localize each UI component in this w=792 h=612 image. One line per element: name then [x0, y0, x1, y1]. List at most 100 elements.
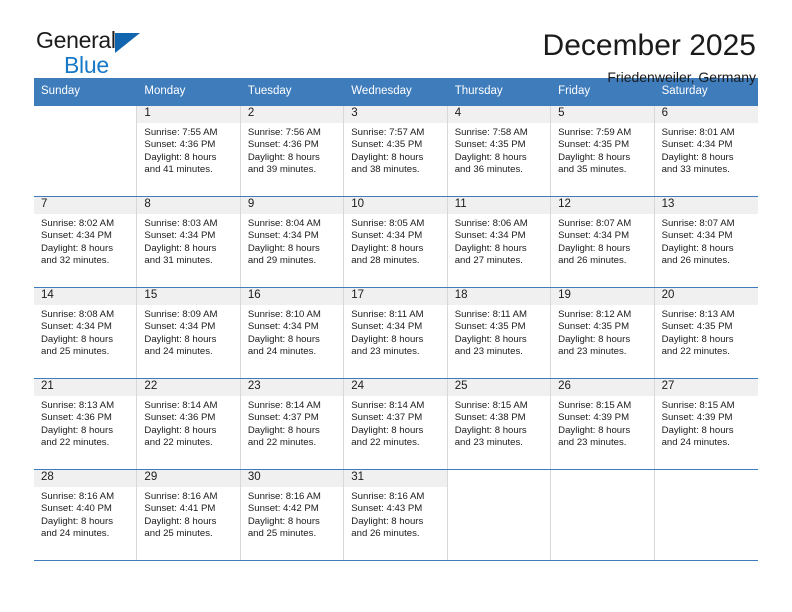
calendar-week-row: 28 Sunrise: 8:16 AM Sunset: 4:40 PM Dayligh… — [34, 469, 758, 561]
day-details: Sunrise: 8:01 AM Sunset: 4:34 PM Daylight:… — [655, 123, 758, 177]
day-number: 9 — [247, 198, 255, 211]
day-detail-line: Sunset: 4:34 PM — [41, 321, 112, 333]
day-detail-line: Sunrise: 8:10 AM — [247, 308, 321, 320]
day-number-band — [551, 469, 654, 487]
day-number-band: 24 — [344, 378, 447, 396]
day-number-band: 19 — [551, 287, 654, 305]
day-number-band: 31 — [344, 469, 447, 487]
calendar-day-cell[interactable]: 1 Sunrise: 7:55 AM Sunset: 4:36 PM Daylight… — [137, 105, 241, 196]
day-detail-line: Sunrise: 8:14 AM — [351, 399, 425, 411]
calendar-day-cell[interactable]: 15 Sunrise: 8:09 AM Sunset: 4:34 PM Dayligh… — [137, 287, 241, 378]
calendar-day-cell[interactable]: 9 Sunrise: 8:04 AM Sunset: 4:34 PM Daylight… — [240, 196, 345, 287]
logo-triangle-icon — [115, 33, 140, 53]
day-detail-line: Daylight: 8 hours — [558, 242, 631, 254]
calendar-day-cell[interactable]: 18 Sunrise: 8:11 AM Sunset: 4:35 PM Dayligh… — [447, 287, 552, 378]
day-detail-line: and 22 minutes. — [351, 437, 420, 449]
day-detail-line: Sunrise: 8:13 AM — [41, 399, 115, 411]
calendar-day-cell[interactable]: 21 Sunrise: 8:13 AM Sunset: 4:36 PM Dayligh… — [34, 378, 138, 469]
calendar-day-cell[interactable]: 3 Sunrise: 7:57 AM Sunset: 4:35 PM Daylight… — [344, 105, 448, 196]
day-number-band: 9 — [240, 196, 344, 214]
calendar-day-cell[interactable]: 25 Sunrise: 8:15 AM Sunset: 4:38 PM Dayligh… — [447, 378, 552, 469]
day-number: 21 — [41, 380, 54, 393]
calendar-day-cell[interactable]: 13 Sunrise: 8:07 AM Sunset: 4:34 PM Dayligh… — [654, 196, 758, 287]
day-detail-line: and 22 minutes. — [661, 346, 730, 358]
day-number-band: 5 — [551, 105, 654, 123]
calendar-empty-cell — [654, 469, 758, 560]
day-number-band: 10 — [344, 196, 447, 214]
day-detail-line: Sunset: 4:35 PM — [558, 321, 630, 333]
day-details: Sunrise: 8:07 AM Sunset: 4:34 PM Daylight:… — [551, 214, 653, 268]
day-detail-line: Sunset: 4:40 PM — [41, 503, 112, 515]
day-detail-line: and 23 minutes. — [558, 346, 627, 358]
calendar-day-cell[interactable]: 10 Sunrise: 8:05 AM Sunset: 4:34 PM Dayligh… — [344, 196, 448, 287]
day-number: 6 — [661, 107, 668, 120]
day-details: Sunrise: 8:16 AM Sunset: 4:42 PM Daylight:… — [241, 487, 343, 541]
calendar-day-cell[interactable]: 16 Sunrise: 8:10 AM Sunset: 4:34 PM Dayligh… — [240, 287, 345, 378]
calendar-day-cell[interactable]: 26 Sunrise: 8:15 AM Sunset: 4:39 PM Dayligh… — [551, 378, 655, 469]
calendar-day-cell[interactable]: 12 Sunrise: 8:07 AM Sunset: 4:34 PM Dayligh… — [551, 196, 655, 287]
day-detail-line: Sunrise: 8:12 AM — [558, 308, 632, 320]
calendar-day-cell[interactable]: 22 Sunrise: 8:14 AM Sunset: 4:36 PM Dayligh… — [137, 378, 241, 469]
day-details: Sunrise: 8:05 AM Sunset: 4:34 PM Daylight:… — [344, 214, 446, 268]
day-details: Sunrise: 8:10 AM Sunset: 4:34 PM Daylight:… — [241, 305, 343, 359]
calendar-day-cell[interactable]: 23 Sunrise: 8:14 AM Sunset: 4:37 PM Dayligh… — [240, 378, 345, 469]
calendar-day-cell[interactable]: 14 Sunrise: 8:08 AM Sunset: 4:34 PM Dayligh… — [34, 287, 138, 378]
calendar-day-cell[interactable]: 29 Sunrise: 8:16 AM Sunset: 4:41 PM Dayligh… — [137, 469, 241, 560]
day-detail-line: Daylight: 8 hours — [144, 515, 217, 527]
calendar-day-cell[interactable]: 20 Sunrise: 8:13 AM Sunset: 4:35 PM Dayligh… — [654, 287, 758, 378]
calendar-day-cell[interactable]: 5 Sunrise: 7:59 AM Sunset: 4:35 PM Daylight… — [551, 105, 655, 196]
day-detail-line: Sunset: 4:35 PM — [351, 139, 423, 151]
day-detail-line: and 29 minutes. — [247, 255, 317, 267]
day-details — [448, 487, 550, 491]
calendar-day-cell[interactable]: 2 Sunrise: 7:56 AM Sunset: 4:36 PM Daylight… — [240, 105, 345, 196]
day-detail-line: Daylight: 8 hours — [41, 242, 113, 254]
day-detail-line: and 27 minutes. — [454, 255, 523, 267]
day-details: Sunrise: 8:13 AM Sunset: 4:35 PM Daylight:… — [655, 305, 758, 359]
calendar-day-cell[interactable]: 30 Sunrise: 8:16 AM Sunset: 4:42 PM Dayligh… — [240, 469, 345, 560]
weekday-header-tuesday: Tuesday — [247, 85, 292, 97]
general-blue-logo[interactable]: General Blue — [36, 27, 156, 79]
day-number-band: 13 — [654, 196, 758, 214]
calendar-day-cell[interactable]: 19 Sunrise: 8:12 AM Sunset: 4:35 PM Dayligh… — [551, 287, 655, 378]
day-details: Sunrise: 7:56 AM Sunset: 4:36 PM Daylight:… — [241, 123, 343, 177]
day-number-band: 22 — [137, 378, 240, 396]
day-detail-line: Sunset: 4:34 PM — [351, 230, 423, 242]
day-detail-line: Sunrise: 8:09 AM — [144, 308, 218, 320]
day-details: Sunrise: 8:14 AM Sunset: 4:37 PM Daylight:… — [241, 396, 343, 450]
day-details: Sunrise: 8:15 AM Sunset: 4:39 PM Daylight:… — [551, 396, 653, 450]
calendar-day-cell[interactable]: 27 Sunrise: 8:15 AM Sunset: 4:39 PM Dayligh… — [654, 378, 758, 469]
calendar-day-cell[interactable]: 17 Sunrise: 8:11 AM Sunset: 4:34 PM Dayligh… — [344, 287, 448, 378]
day-number-band: 29 — [137, 469, 240, 487]
calendar-day-cell[interactable]: 24 Sunrise: 8:14 AM Sunset: 4:37 PM Dayligh… — [344, 378, 448, 469]
calendar-day-cell[interactable]: 11 Sunrise: 8:06 AM Sunset: 4:34 PM Dayligh… — [447, 196, 552, 287]
day-detail-line: Daylight: 8 hours — [351, 333, 424, 345]
day-number-band: 18 — [447, 287, 551, 305]
day-number-band: 23 — [240, 378, 344, 396]
day-detail-line: Daylight: 8 hours — [144, 242, 217, 254]
day-number-band: 26 — [551, 378, 654, 396]
day-number-band: 1 — [137, 105, 240, 123]
day-number-band: 2 — [240, 105, 344, 123]
day-number-band: 14 — [34, 287, 137, 305]
day-detail-line: Sunset: 4:35 PM — [454, 139, 526, 151]
day-number: 29 — [144, 471, 158, 484]
day-detail-line: Sunrise: 8:15 AM — [558, 399, 632, 411]
day-detail-line: Daylight: 8 hours — [41, 424, 113, 436]
calendar-day-cell[interactable]: 8 Sunrise: 8:03 AM Sunset: 4:34 PM Daylight… — [137, 196, 241, 287]
day-detail-line: and 22 minutes. — [144, 437, 213, 449]
calendar-day-cell[interactable]: 4 Sunrise: 7:58 AM Sunset: 4:35 PM Daylight… — [447, 105, 552, 196]
day-number-band — [447, 469, 551, 487]
calendar-day-cell[interactable]: 31 Sunrise: 8:16 AM Sunset: 4:43 PM Dayligh… — [344, 469, 448, 560]
calendar-day-cell[interactable]: 28 Sunrise: 8:16 AM Sunset: 4:40 PM Dayligh… — [34, 469, 138, 560]
day-number-band: 7 — [34, 196, 137, 214]
calendar-week-row: 7 Sunrise: 8:02 AM Sunset: 4:34 PM Daylight… — [34, 196, 758, 288]
day-detail-line: and 22 minutes. — [41, 437, 110, 449]
calendar-day-cell[interactable]: 6 Sunrise: 8:01 AM Sunset: 4:34 PM Daylight… — [654, 105, 758, 196]
calendar-day-cell[interactable]: 7 Sunrise: 8:02 AM Sunset: 4:34 PM Daylight… — [34, 196, 138, 287]
day-details: Sunrise: 8:15 AM Sunset: 4:38 PM Daylight:… — [448, 396, 550, 450]
page-title: December 2025 — [542, 29, 756, 62]
day-detail-line: Sunrise: 8:16 AM — [247, 490, 321, 502]
day-detail-line: and 24 minutes. — [661, 437, 730, 449]
day-detail-line: Sunset: 4:36 PM — [144, 412, 216, 424]
day-number-band — [34, 105, 137, 123]
